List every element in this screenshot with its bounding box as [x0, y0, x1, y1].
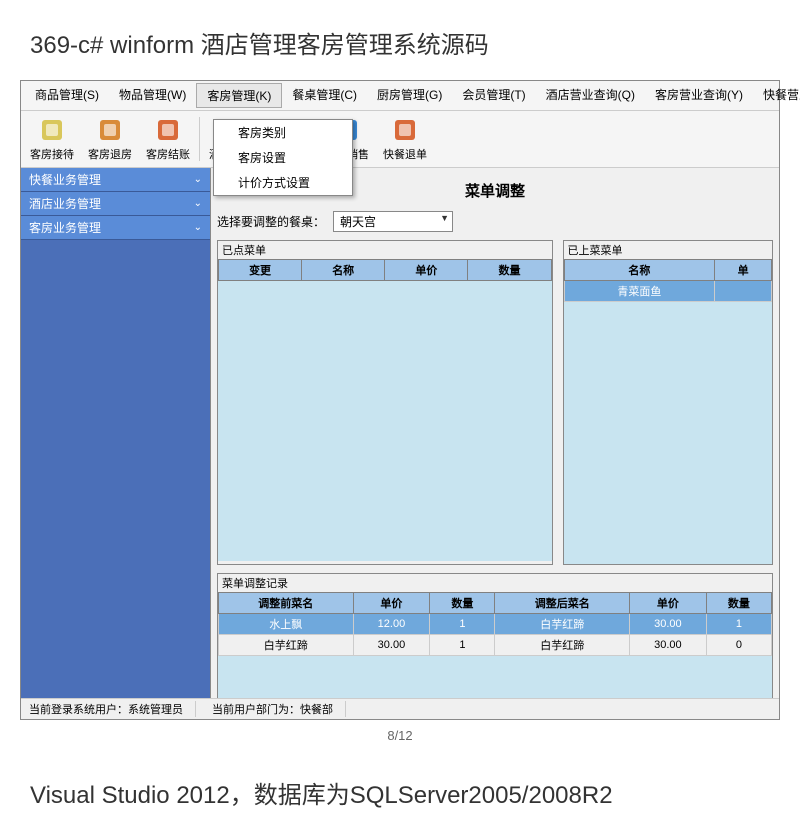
select-row: 选择要调整的餐桌： 朝天宫 — [217, 211, 773, 232]
table-header[interactable]: 单价 — [385, 260, 468, 281]
dropdown-menu: 客房类别客房设置计价方式设置 — [213, 119, 353, 196]
adjust-log-grid[interactable]: 调整前菜名单价数量调整后菜名单价数量 水上飘12.001白芋红蹄30.001白芋… — [218, 592, 772, 656]
menubar-item[interactable]: 商品管理(S) — [25, 83, 109, 108]
menubar-item[interactable]: 厨房管理(G) — [367, 83, 452, 108]
table-header[interactable]: 名称 — [564, 260, 715, 281]
select-label: 选择要调整的餐桌： — [217, 213, 325, 230]
sidebar-item[interactable]: 酒店业务管理⌄ — [21, 192, 210, 216]
tool-icon — [391, 116, 419, 144]
menubar-item[interactable]: 餐桌管理(C) — [282, 83, 367, 108]
table-header[interactable]: 数量 — [706, 593, 771, 614]
table-header[interactable]: 单 — [715, 260, 772, 281]
table-header[interactable]: 单价 — [630, 593, 707, 614]
menubar-item[interactable]: 会员管理(T) — [452, 83, 535, 108]
table-header[interactable]: 调整后菜名 — [495, 593, 630, 614]
adjust-log-body[interactable] — [218, 656, 772, 698]
body-area: 快餐业务管理⌄酒店业务管理⌄客房业务管理⌄ 菜单调整 选择要调整的餐桌： 朝天宫… — [21, 168, 779, 698]
table-header[interactable]: 数量 — [468, 260, 551, 281]
dropdown-item[interactable]: 客房设置 — [214, 145, 352, 170]
adjust-log-box: 菜单调整记录 调整前菜名单价数量调整后菜名单价数量 水上飘12.001白芋红蹄3… — [217, 573, 773, 698]
toolbar-button[interactable]: 客房结账 — [139, 113, 197, 165]
ordered-menu-body[interactable] — [218, 281, 552, 561]
tables-row: 已点菜单 变更名称单价数量 已上菜菜单 名称单 青菜面鱼 — [217, 240, 773, 565]
toolbar: 客房接待客房退房客房结账酒店修单酒店结账快餐销售快餐退单客房类别客房设置计价方式… — [21, 111, 779, 168]
table-row[interactable]: 白芋红蹄30.001白芋红蹄30.000 — [219, 635, 772, 656]
tool-icon — [154, 116, 182, 144]
served-menu-box: 已上菜菜单 名称单 青菜面鱼 — [563, 240, 773, 565]
status-dept: 当前用户部门为：快餐部 — [212, 701, 346, 717]
sidebar-item[interactable]: 客房业务管理⌄ — [21, 216, 210, 240]
toolbar-button[interactable]: 客房接待 — [23, 113, 81, 165]
table-header[interactable]: 单价 — [353, 593, 430, 614]
table-row[interactable]: 青菜面鱼 — [564, 281, 771, 302]
menubar-item[interactable]: 客房营业查询(Y) — [645, 83, 753, 108]
chevron-down-icon: ⌄ — [194, 174, 202, 185]
chevron-down-icon: ⌄ — [194, 222, 202, 233]
sidebar: 快餐业务管理⌄酒店业务管理⌄客房业务管理⌄ — [21, 168, 211, 698]
dropdown-item[interactable]: 计价方式设置 — [214, 170, 352, 195]
status-user: 当前登录系统用户：系统管理员 — [29, 701, 196, 717]
menubar: 商品管理(S)物品管理(W)客房管理(K)餐桌管理(C)厨房管理(G)会员管理(… — [21, 81, 779, 111]
main-area: 菜单调整 选择要调整的餐桌： 朝天宫 已点菜单 变更名称单价数量 已上菜菜单 名… — [211, 168, 779, 698]
tool-icon — [96, 116, 124, 144]
table-header[interactable]: 变更 — [219, 260, 302, 281]
page-indicator: 8/12 — [0, 728, 800, 743]
status-bar: 当前登录系统用户：系统管理员 当前用户部门为：快餐部 — [21, 698, 779, 719]
toolbar-button[interactable]: 快餐退单 — [376, 113, 434, 165]
ordered-menu-box: 已点菜单 变更名称单价数量 — [217, 240, 553, 565]
menubar-item[interactable]: 快餐营业查 — [753, 83, 800, 108]
table-row[interactable]: 水上飘12.001白芋红蹄30.001 — [219, 614, 772, 635]
table-select[interactable]: 朝天宫 — [333, 211, 453, 232]
adjust-log-label: 菜单调整记录 — [218, 574, 772, 592]
served-menu-label: 已上菜菜单 — [564, 241, 772, 259]
served-menu-grid[interactable]: 名称单 青菜面鱼 — [564, 259, 772, 302]
table-header[interactable]: 调整前菜名 — [219, 593, 354, 614]
page-title: 369-c# winform 酒店管理客房管理系统源码 — [0, 0, 800, 80]
ordered-menu-label: 已点菜单 — [218, 241, 552, 259]
dropdown-item[interactable]: 客房类别 — [214, 120, 352, 145]
sidebar-item[interactable]: 快餐业务管理⌄ — [21, 168, 210, 192]
menubar-item[interactable]: 物品管理(W) — [109, 83, 196, 108]
menubar-item[interactable]: 酒店营业查询(Q) — [536, 83, 645, 108]
served-menu-body[interactable] — [564, 302, 772, 564]
ordered-menu-grid[interactable]: 变更名称单价数量 — [218, 259, 552, 281]
footer-text: Visual Studio 2012，数据库为SQLServer2005/200… — [0, 751, 800, 834]
chevron-down-icon: ⌄ — [194, 198, 202, 209]
tool-icon — [38, 116, 66, 144]
toolbar-button[interactable]: 客房退房 — [81, 113, 139, 165]
table-header[interactable]: 名称 — [302, 260, 385, 281]
table-header[interactable]: 数量 — [430, 593, 495, 614]
app-window: 商品管理(S)物品管理(W)客房管理(K)餐桌管理(C)厨房管理(G)会员管理(… — [20, 80, 780, 720]
menubar-item[interactable]: 客房管理(K) — [196, 83, 282, 108]
